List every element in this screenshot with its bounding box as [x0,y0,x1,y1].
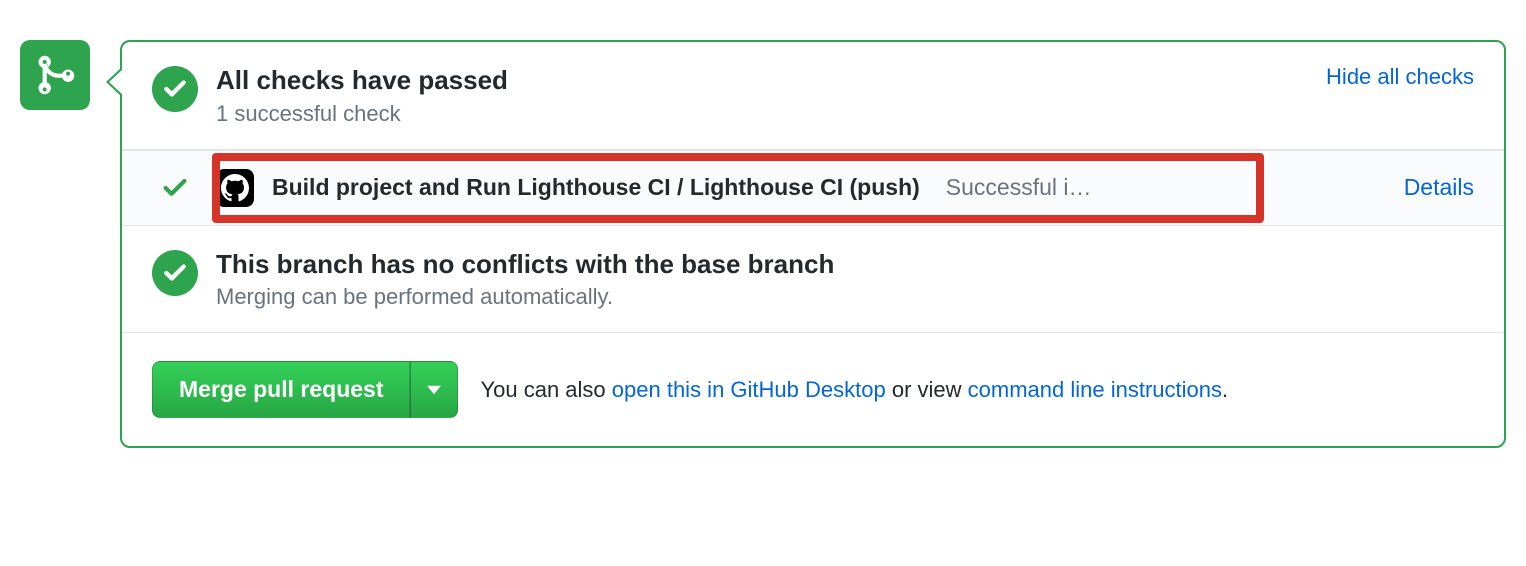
check-item-status-text: Successful i… [946,174,1366,201]
merge-panel-container: All checks have passed 1 successful chec… [20,40,1506,448]
toggle-checks-link[interactable]: Hide all checks [1326,64,1474,89]
conflicts-subtitle: Merging can be performed automatically. [216,284,1474,310]
merge-help-text: You can also open this in GitHub Desktop… [480,377,1228,403]
conflicts-section: This branch has no conflicts with the ba… [122,226,1504,334]
merge-button-group: Merge pull request [152,361,458,418]
check-icon [161,174,189,202]
command-line-instructions-link[interactable]: command line instructions [968,377,1222,402]
check-icon [162,76,188,102]
check-icon [162,260,188,286]
check-item-name: Build project and Run Lighthouse CI / Li… [272,174,920,201]
merge-options-dropdown-button[interactable] [410,361,458,418]
merge-panel: All checks have passed 1 successful chec… [120,40,1506,448]
git-merge-icon [33,53,77,97]
merge-text-mid: or view [886,377,968,402]
merge-pull-request-button[interactable]: Merge pull request [152,361,410,418]
conflicts-title: This branch has no conflicts with the ba… [216,248,1474,281]
checks-status-badge [152,66,198,112]
conflicts-status-badge [152,250,198,296]
merge-action-section: Merge pull request You can also open thi… [122,333,1504,446]
check-item-status [152,174,198,202]
timeline-merge-badge [20,40,90,110]
github-actions-avatar [216,169,254,207]
check-item-row: Build project and Run Lighthouse CI / Li… [122,150,1504,226]
check-details-link[interactable]: Details [1404,174,1474,201]
checks-title: All checks have passed [216,64,1308,97]
github-icon [221,174,249,202]
caret-down-icon [427,385,441,395]
merge-text-suffix: . [1222,377,1228,402]
merge-text-prefix: You can also [480,377,611,402]
open-github-desktop-link[interactable]: open this in GitHub Desktop [612,377,886,402]
checks-summary-section: All checks have passed 1 successful chec… [122,42,1504,150]
checks-subtitle: 1 successful check [216,101,1308,127]
